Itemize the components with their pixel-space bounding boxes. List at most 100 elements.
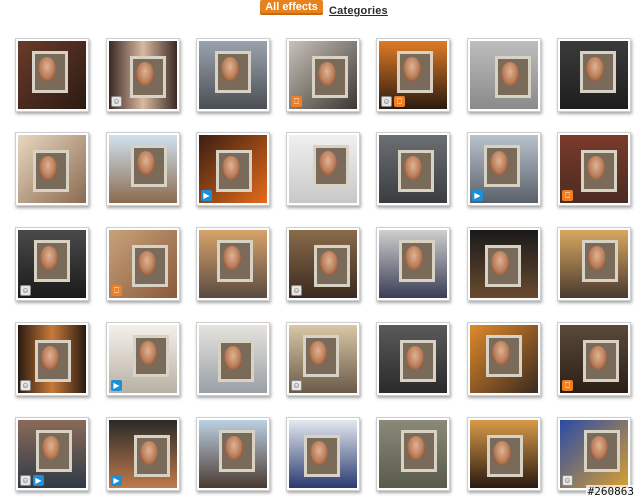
portrait-face xyxy=(404,156,422,180)
effect-thumbnail xyxy=(379,230,447,298)
portrait-face xyxy=(501,62,519,86)
portrait-face xyxy=(588,246,606,270)
video-icon: ▶ xyxy=(201,190,212,201)
effect-card[interactable]: ☺ xyxy=(15,322,89,396)
portrait-face xyxy=(490,151,508,175)
portrait-face xyxy=(39,156,57,180)
effect-thumbnail: ▶ xyxy=(109,420,177,488)
effect-card[interactable]: ☺ ⎕ xyxy=(376,38,450,112)
portrait-face xyxy=(309,341,327,365)
effect-thumbnail: ▶ xyxy=(470,135,538,203)
portrait-face xyxy=(41,346,59,370)
effect-card[interactable]: ▶ xyxy=(106,322,180,396)
portrait-face xyxy=(407,436,425,460)
effect-card[interactable]: ☺ xyxy=(106,38,180,112)
effect-card[interactable]: ▶ xyxy=(467,132,541,206)
portrait-face xyxy=(586,57,604,81)
effect-thumbnail: ⎕ xyxy=(560,325,628,393)
print-icon: ⎕ xyxy=(111,285,122,296)
effect-card[interactable] xyxy=(196,322,270,396)
effect-card[interactable] xyxy=(196,227,270,301)
effect-card[interactable] xyxy=(286,132,360,206)
effect-card[interactable] xyxy=(557,38,631,112)
effect-card[interactable]: ⎕ xyxy=(557,322,631,396)
effect-thumbnail xyxy=(379,420,447,488)
effect-card[interactable]: ☺ xyxy=(557,417,631,491)
portrait-face xyxy=(492,341,510,365)
effect-thumbnail xyxy=(470,41,538,109)
portrait-face xyxy=(225,436,243,460)
video-icon: ▶ xyxy=(111,380,122,391)
portrait-face xyxy=(320,251,338,275)
portrait-face xyxy=(40,246,58,270)
portrait-face xyxy=(223,246,241,270)
effect-thumbnail xyxy=(199,230,267,298)
effect-thumbnail xyxy=(560,230,628,298)
effect-card[interactable]: ☺ ▶ xyxy=(15,417,89,491)
effect-card[interactable]: ▶ xyxy=(106,417,180,491)
effect-card[interactable] xyxy=(106,132,180,206)
effect-card[interactable] xyxy=(467,227,541,301)
print-icon: ⎕ xyxy=(394,96,405,107)
effect-card[interactable] xyxy=(376,417,450,491)
effect-thumbnail xyxy=(379,135,447,203)
effect-thumbnail xyxy=(470,420,538,488)
portrait-face xyxy=(38,57,56,81)
portrait-face xyxy=(493,441,511,465)
portrait-face xyxy=(138,251,156,275)
portrait-face xyxy=(140,441,158,465)
effect-card[interactable] xyxy=(15,38,89,112)
user-icon: ☺ xyxy=(562,475,573,486)
portrait-face xyxy=(224,346,242,370)
effect-card[interactable] xyxy=(467,417,541,491)
print-icon: ⎕ xyxy=(562,380,573,391)
effect-card[interactable] xyxy=(557,227,631,301)
print-icon: ⎕ xyxy=(562,190,573,201)
video-icon: ▶ xyxy=(111,475,122,486)
user-icon: ☺ xyxy=(381,96,392,107)
effect-card[interactable] xyxy=(376,227,450,301)
portrait-face xyxy=(403,57,421,81)
effect-thumbnail xyxy=(470,230,538,298)
user-icon: ☺ xyxy=(20,285,31,296)
effect-card[interactable]: ☺ xyxy=(286,322,360,396)
effect-card[interactable] xyxy=(376,132,450,206)
effect-card[interactable]: ⎕ xyxy=(286,38,360,112)
video-icon: ▶ xyxy=(33,475,44,486)
effect-card[interactable] xyxy=(196,417,270,491)
effect-card[interactable] xyxy=(196,38,270,112)
effect-thumbnail xyxy=(199,41,267,109)
user-icon: ☺ xyxy=(111,96,122,107)
effect-thumbnail: ☺ xyxy=(289,325,357,393)
portrait-face xyxy=(136,62,154,86)
effect-thumbnail xyxy=(470,325,538,393)
effect-card[interactable]: ⎕ xyxy=(557,132,631,206)
user-icon: ☺ xyxy=(20,380,31,391)
effect-thumbnail xyxy=(199,325,267,393)
portrait-face xyxy=(222,156,240,180)
portrait-face xyxy=(310,441,328,465)
effect-thumbnail: ☺ xyxy=(560,420,628,488)
effect-card[interactable] xyxy=(467,322,541,396)
effect-card[interactable]: ⎕ xyxy=(106,227,180,301)
portrait-face xyxy=(406,346,424,370)
effects-grid: ☺ ⎕ ☺ ⎕ ▶ ▶ ⎕ ☺ ⎕ ☺ ☺ ▶ ☺ ⎕ ☺ ▶ ▶ ☺ xyxy=(0,0,640,501)
effect-thumbnail xyxy=(379,325,447,393)
effect-card[interactable] xyxy=(467,38,541,112)
effect-card[interactable] xyxy=(15,132,89,206)
user-icon: ☺ xyxy=(291,380,302,391)
effect-thumbnail xyxy=(18,41,86,109)
effect-card[interactable]: ☺ xyxy=(15,227,89,301)
effect-thumbnail: ☺ ▶ xyxy=(18,420,86,488)
portrait-face xyxy=(139,341,157,365)
effect-card[interactable] xyxy=(286,417,360,491)
effect-thumbnail: ⎕ xyxy=(560,135,628,203)
effect-thumbnail xyxy=(560,41,628,109)
effect-card[interactable] xyxy=(376,322,450,396)
effect-thumbnail: ⎕ xyxy=(109,230,177,298)
effect-card[interactable]: ☺ xyxy=(286,227,360,301)
effect-thumbnail xyxy=(18,135,86,203)
effect-thumbnail: ▶ xyxy=(199,135,267,203)
effect-thumbnail xyxy=(199,420,267,488)
effect-card[interactable]: ▶ xyxy=(196,132,270,206)
